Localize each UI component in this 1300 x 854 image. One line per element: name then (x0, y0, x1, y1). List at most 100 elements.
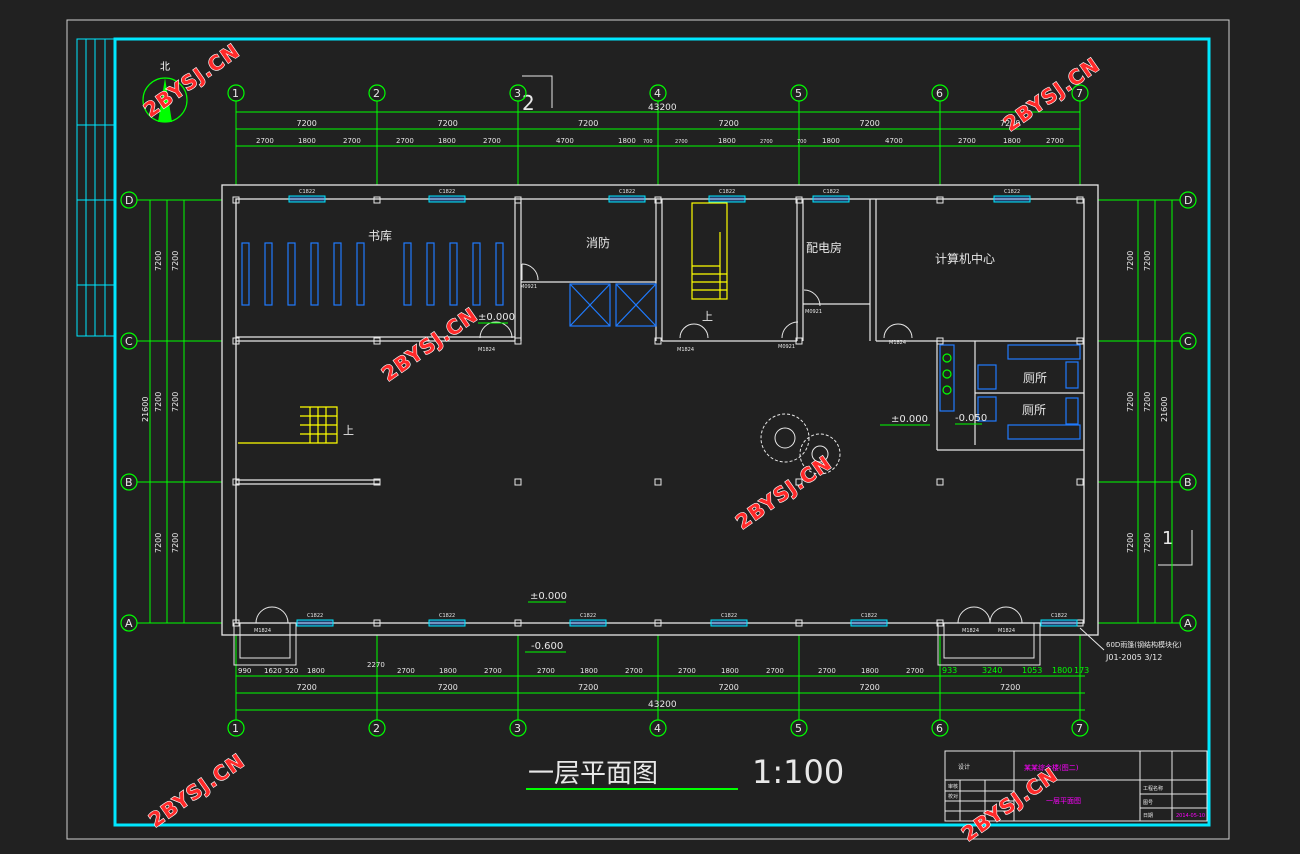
detail-dim: 2700 (396, 137, 414, 145)
detail-dim: 2700 (484, 667, 502, 675)
window (608, 195, 646, 203)
detail-dim: 2700 (537, 667, 555, 675)
window-tag: C1822 (861, 613, 877, 619)
title-block-cell: 校对 (948, 793, 958, 800)
window (296, 619, 334, 627)
detail-dim: 1800 (718, 137, 736, 145)
door-tag: M1824 (478, 347, 495, 353)
elevation-5: -0.600 (531, 641, 563, 652)
room-toilet-1: 厕所 (1023, 371, 1047, 385)
window (993, 195, 1031, 203)
room-toilet-2: 厕所 (1022, 403, 1046, 417)
detail-dim: 1620 (264, 667, 282, 675)
span-dim: 7200 (578, 683, 598, 692)
side-dim: 7200 (171, 533, 180, 553)
detail-dim: 2700 (343, 137, 361, 145)
title-block-cell: 审核 (948, 783, 958, 790)
elevation-1: ±0.000 (478, 312, 515, 323)
span-dim: 7200 (438, 683, 458, 692)
detail-dim: 520 (285, 667, 298, 675)
window (710, 619, 748, 627)
grid-label: 1 (232, 722, 239, 735)
door-tag: M1824 (998, 628, 1015, 634)
detail-dim: 3240 (982, 666, 1002, 675)
door-tag: M1824 (962, 628, 979, 634)
top-total-dim: 43200 (648, 103, 677, 113)
detail-dim: 2700 (483, 137, 501, 145)
window (288, 195, 326, 203)
side-dim: 7200 (1126, 392, 1135, 412)
detail-dim: 2700 (397, 667, 415, 675)
door-tag: M1824 (677, 347, 694, 353)
span-dim: 7200 (860, 683, 880, 692)
window-tag: C1822 (719, 189, 735, 195)
grid-label: A (1184, 617, 1192, 630)
detail-dim: 1800 (438, 137, 456, 145)
detail-dim: 4700 (556, 137, 574, 145)
room-fire: 消防 (586, 235, 610, 250)
grid-label: B (125, 476, 133, 489)
detail-dim: 933 (942, 666, 957, 675)
side-dim: 7200 (1143, 251, 1152, 271)
span-dim: 7200 (719, 119, 739, 128)
room-power: 配电房 (806, 240, 842, 255)
window-tag: C1822 (439, 189, 455, 195)
grid-label: 2 (373, 722, 380, 735)
window (569, 619, 607, 627)
side-dim: 7200 (1126, 533, 1135, 553)
grid-label: 6 (936, 722, 943, 735)
detail-dim: 700 (643, 139, 653, 145)
detail-dim: 1800 (1052, 666, 1072, 675)
detail-dim: 2700 (906, 667, 924, 675)
detail-dim: 1800 (822, 137, 840, 145)
detail-dim: 1800 (721, 667, 739, 675)
span-dim: 7200 (297, 119, 317, 128)
drawing-scale: 1:100 (752, 753, 844, 791)
window (708, 195, 746, 203)
window-tag: C1822 (439, 613, 455, 619)
section-mark-top-label: 2 (522, 91, 535, 115)
window (1040, 619, 1078, 627)
floor-plan-drawing: 北 2 1 1234567 1234567 DCBA DCBA 43200 72… (0, 0, 1300, 854)
side-dim: 7200 (154, 251, 163, 271)
window-tag: C1822 (823, 189, 839, 195)
detail-dim: 2700 (818, 667, 836, 675)
grid-label: 4 (654, 722, 661, 735)
detail-dim: 700 (797, 139, 807, 145)
span-dim: 7200 (578, 119, 598, 128)
window (428, 619, 466, 627)
title-block-date: 2014-05-10 (1176, 813, 1205, 819)
grid-label: 7 (1076, 722, 1083, 735)
span-dim: 7200 (1000, 683, 1020, 692)
window (850, 619, 888, 627)
window-tag: C1822 (580, 613, 596, 619)
window-tag: C1822 (619, 189, 635, 195)
door-tag: M1824 (889, 340, 906, 346)
window-tag: C1822 (721, 613, 737, 619)
span-dim: 7200 (438, 119, 458, 128)
span-dim: 7200 (719, 683, 739, 692)
grid-label: 4 (654, 87, 661, 100)
side-dim: 7200 (154, 533, 163, 553)
title-block-cell: 日期 (1143, 813, 1153, 819)
grid-label: 3 (514, 87, 521, 100)
detail-dim: 173 (1074, 666, 1089, 675)
window-tag: C1822 (307, 613, 323, 619)
grid-label: 1 (232, 87, 239, 100)
detail-dim: 2700 (958, 137, 976, 145)
side-dim: 7200 (171, 392, 180, 412)
stair-up-label-2: 上 (343, 424, 354, 437)
grid-label: C (1184, 335, 1192, 348)
side-dim: 7200 (1143, 533, 1152, 553)
detail-dim: 2270 (367, 661, 385, 669)
detail-dim: 2700 (678, 667, 696, 675)
grid-label: A (125, 617, 133, 630)
grid-label: B (1184, 476, 1192, 489)
detail-dim: 4700 (885, 137, 903, 145)
door-tag: M1824 (254, 628, 271, 634)
window (812, 195, 850, 203)
door-tag: M0921 (520, 284, 537, 290)
detail-dim: 1800 (307, 667, 325, 675)
detail-dim: 1053 (1022, 666, 1042, 675)
detail-dim: 2700 (766, 667, 784, 675)
